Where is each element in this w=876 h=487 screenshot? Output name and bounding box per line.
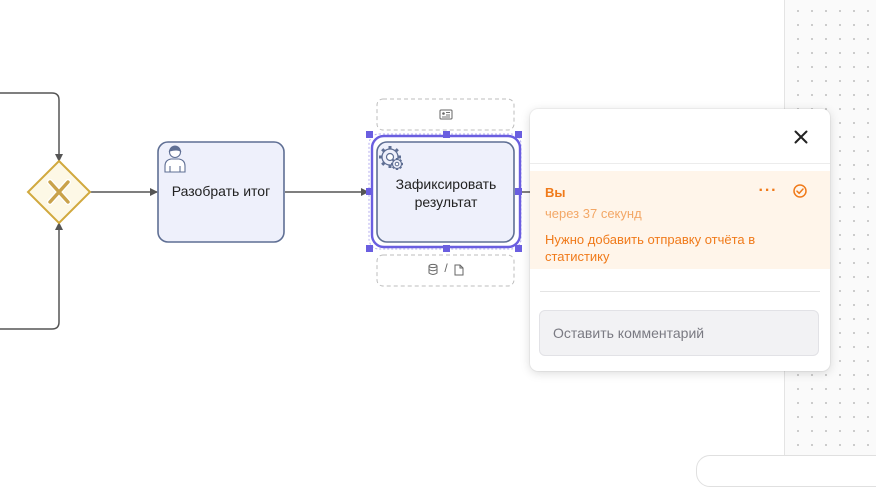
task-record-label: Зафиксировать результат [395, 176, 497, 210]
popup-divider-bottom [540, 291, 820, 292]
resize-handle-w[interactable] [366, 188, 373, 195]
comment-time: через 37 секунд [545, 206, 642, 221]
resize-handle-nw[interactable] [366, 131, 373, 138]
close-button[interactable] [789, 125, 813, 149]
resize-handle-sw[interactable] [366, 245, 373, 252]
exclusive-gateway[interactable] [26, 159, 92, 225]
bottom-corner-control[interactable] [696, 455, 876, 487]
resize-handle-e[interactable] [515, 188, 522, 195]
comment-author: Вы [545, 185, 566, 200]
resize-handle-s[interactable] [443, 245, 450, 252]
data-object-placeholder-top[interactable] [376, 98, 515, 131]
popup-divider [530, 163, 830, 164]
task-analyze-label: Разобрать итог [171, 183, 271, 199]
sequence-flow-bottom-to-gateway[interactable] [0, 222, 63, 330]
resize-handle-se[interactable] [515, 245, 522, 252]
lower-placeholder-separator: / [444, 261, 448, 275]
comment-card: Вы через 37 секунд ··· Нужно добавить от… [530, 171, 830, 269]
comment-input[interactable] [539, 310, 819, 356]
resolve-comment-button[interactable] [792, 183, 808, 199]
check-circle-icon [793, 184, 807, 198]
comment-popup: Вы через 37 секунд ··· Нужно добавить от… [530, 109, 830, 371]
close-icon [794, 130, 808, 144]
more-horizontal-icon: ··· [758, 182, 778, 199]
resize-handle-n[interactable] [443, 131, 450, 138]
sequence-flow-top-to-gateway[interactable] [0, 92, 63, 162]
resize-handle-ne[interactable] [515, 131, 522, 138]
comment-text: Нужно добавить отправку отчёта в статист… [545, 232, 756, 264]
more-options-button[interactable]: ··· [758, 181, 778, 201]
